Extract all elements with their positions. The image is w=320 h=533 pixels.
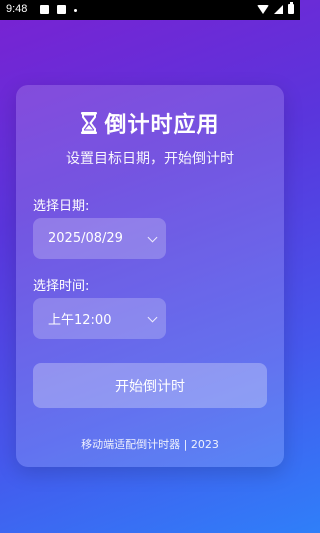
footer-text: 移动端适配倒计时器 | 2023 <box>81 438 219 451</box>
app-subtitle: 设置目标日期，开始倒计时 <box>66 151 234 167</box>
status-time: 9:48 <box>6 3 28 15</box>
wifi-icon <box>257 4 269 14</box>
notification-dot-icon <box>74 9 77 12</box>
time-select[interactable]: 上午12:00 <box>33 298 166 339</box>
countdown-card: 倒计时应用 设置目标日期，开始倒计时 选择日期: 2025/08/29 选择时间… <box>16 85 284 467</box>
hourglass-icon <box>81 112 98 134</box>
status-icons <box>257 2 294 14</box>
app-title: 倒计时应用 <box>16 107 284 139</box>
time-value: 上午12:00 <box>48 313 112 328</box>
chevron-down-icon <box>147 312 158 323</box>
chevron-down-icon <box>147 232 158 243</box>
date-label: 选择日期: <box>33 199 90 214</box>
time-label: 选择时间: <box>33 279 90 294</box>
date-select[interactable]: 2025/08/29 <box>33 218 166 259</box>
notification-image-icon <box>40 5 49 14</box>
notification-app-icon <box>57 5 66 14</box>
start-countdown-button[interactable]: 开始倒计时 <box>33 363 267 408</box>
status-bar: 9:48 <box>0 0 300 20</box>
date-value: 2025/08/29 <box>48 231 123 246</box>
signal-icon <box>274 4 283 14</box>
battery-icon <box>288 2 294 14</box>
app-title-text: 倒计时应用 <box>104 113 220 138</box>
